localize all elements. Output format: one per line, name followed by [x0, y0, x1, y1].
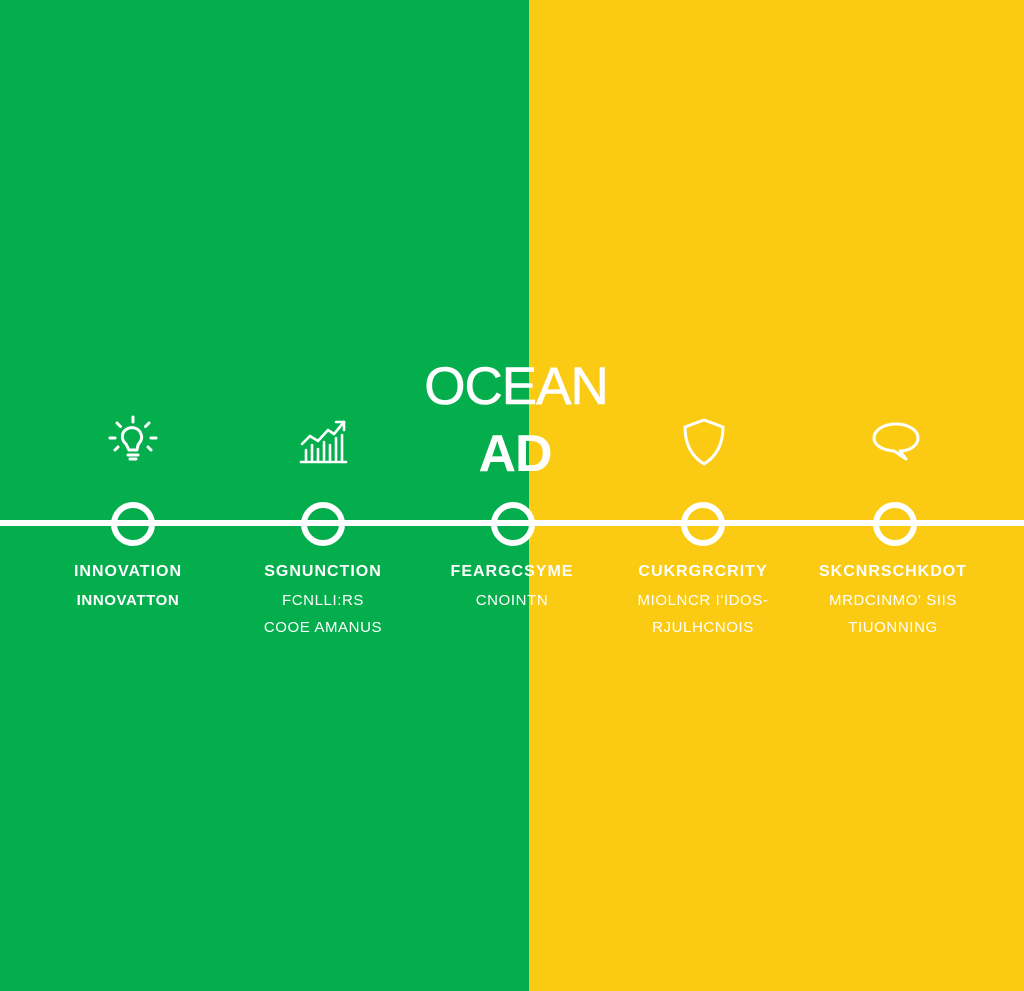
timeline-node-3: [491, 502, 535, 546]
step-1-title: INNOVATION: [73, 563, 183, 580]
timeline-node-4: [681, 502, 725, 546]
step-2-description-line-2: COOE AMANUS: [263, 619, 383, 636]
yellow-background-panel: [529, 0, 1024, 991]
lightbulb-icon: [105, 414, 161, 470]
step-5-description-line-2: TIUONNING: [848, 619, 938, 636]
step-2-title: SGNUNCTION: [264, 563, 382, 580]
shield-icon: [676, 414, 732, 470]
step-4-title: CUKRGRCRITY: [638, 563, 768, 580]
step-4-description-line-2: RJULHCNOIS: [652, 619, 754, 636]
title-line-ocean: OCEAN: [424, 357, 609, 417]
green-background-panel: [0, 0, 529, 991]
growth-chart-icon: [296, 414, 352, 470]
timeline-node-5: [873, 502, 917, 546]
timeline-node-1: [111, 502, 155, 546]
step-2-description-line-1: FCNLLI:RS: [281, 592, 365, 609]
step-3-description-line-1: CNOINTN: [475, 592, 549, 609]
ocean-ad-timeline-graphic: OCEAN AD INNOVATION INNOVATTON SGNUNCTIO…: [0, 0, 1024, 991]
step-5-title: SKCNRSCHKDOT: [819, 563, 967, 580]
title-line-ad: AD: [478, 425, 552, 483]
step-1-description-line-1: INNOVATTON: [76, 592, 180, 609]
timeline-node-2: [301, 502, 345, 546]
step-3-title: FEARGCSYME: [450, 563, 574, 580]
speech-bubble-icon: [868, 414, 924, 470]
step-5-description-line-1: MRDCINMO' SIIS: [829, 592, 957, 609]
step-4-description-line-1: MIOLNCR I'IDOS-: [637, 592, 769, 609]
